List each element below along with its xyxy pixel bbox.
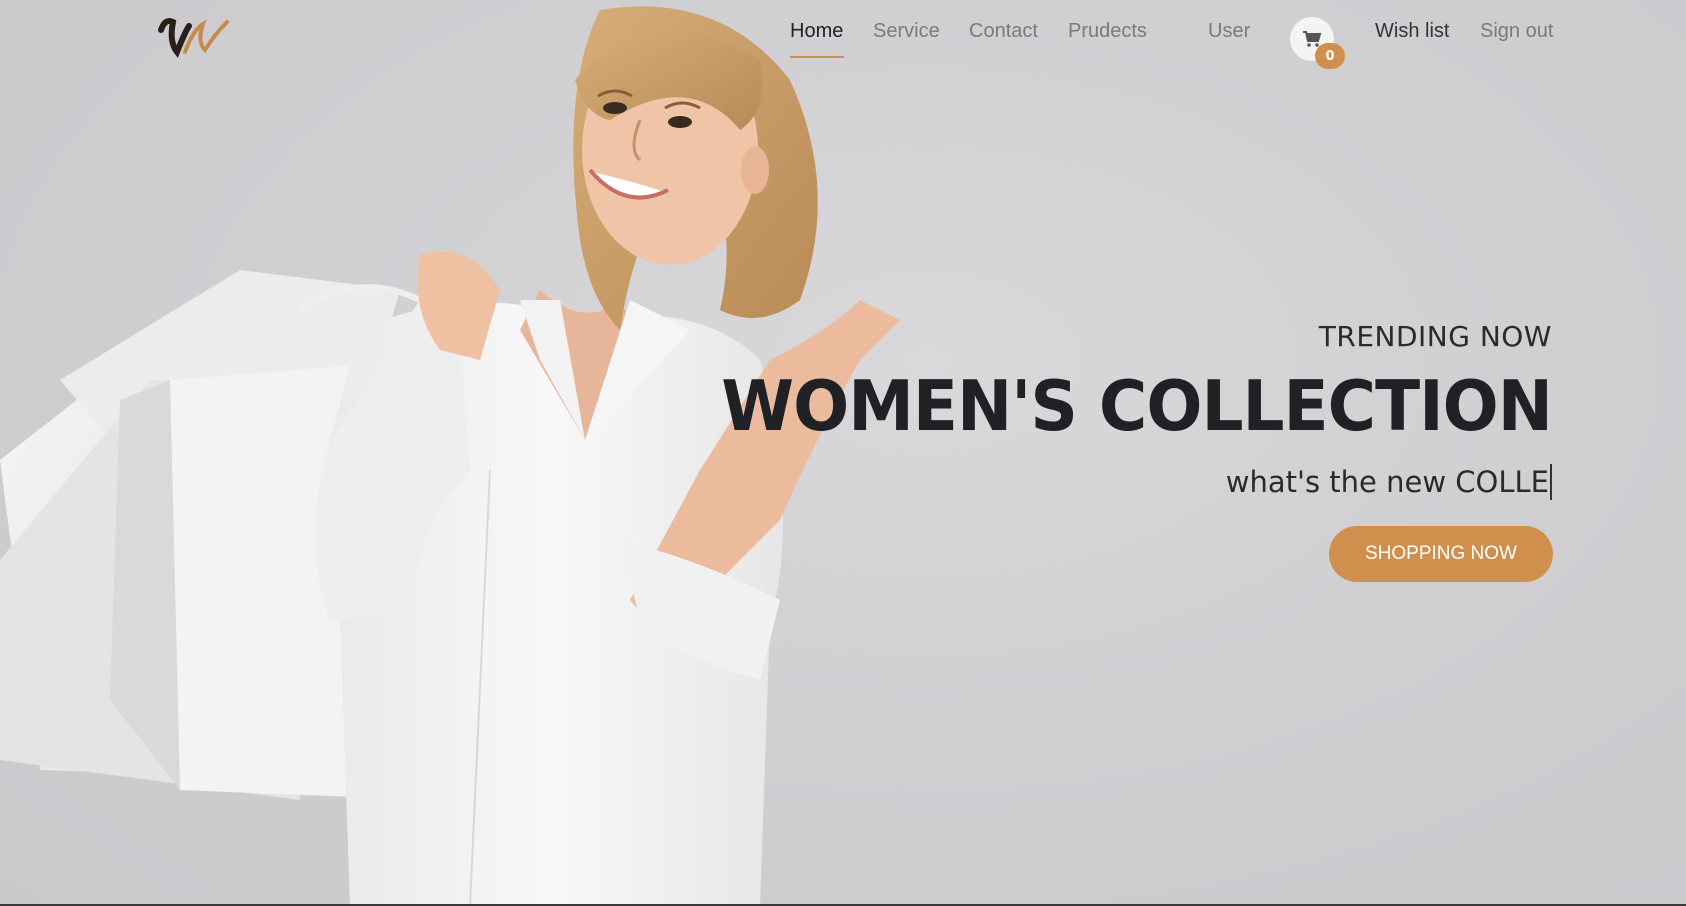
cart-count-badge: 0: [1315, 43, 1345, 69]
hero-kicker: TRENDING NOW: [1318, 320, 1552, 353]
nav-wishlist[interactable]: Wish list: [1375, 20, 1449, 43]
nav-service[interactable]: Service: [873, 20, 940, 43]
nav-active-underline: [790, 56, 844, 58]
hero-model-image: [0, 6, 900, 906]
brand-logo[interactable]: [155, 12, 235, 60]
nav-home[interactable]: Home: [790, 20, 843, 43]
nav-signout[interactable]: Sign out: [1480, 20, 1553, 43]
nav-user[interactable]: User: [1208, 20, 1250, 43]
nav-contact[interactable]: Contact: [969, 20, 1038, 43]
hero-headline: WOMEN'S COLLECTION: [721, 366, 1553, 447]
hero-section: Home Service Contact Prudects User 0 Wis…: [0, 0, 1686, 906]
shopping-now-button[interactable]: SHOPPING NOW: [1329, 526, 1553, 582]
nav-prudects[interactable]: Prudects: [1068, 20, 1147, 43]
hero-typed-text: what's the new COLLE: [1226, 464, 1552, 500]
